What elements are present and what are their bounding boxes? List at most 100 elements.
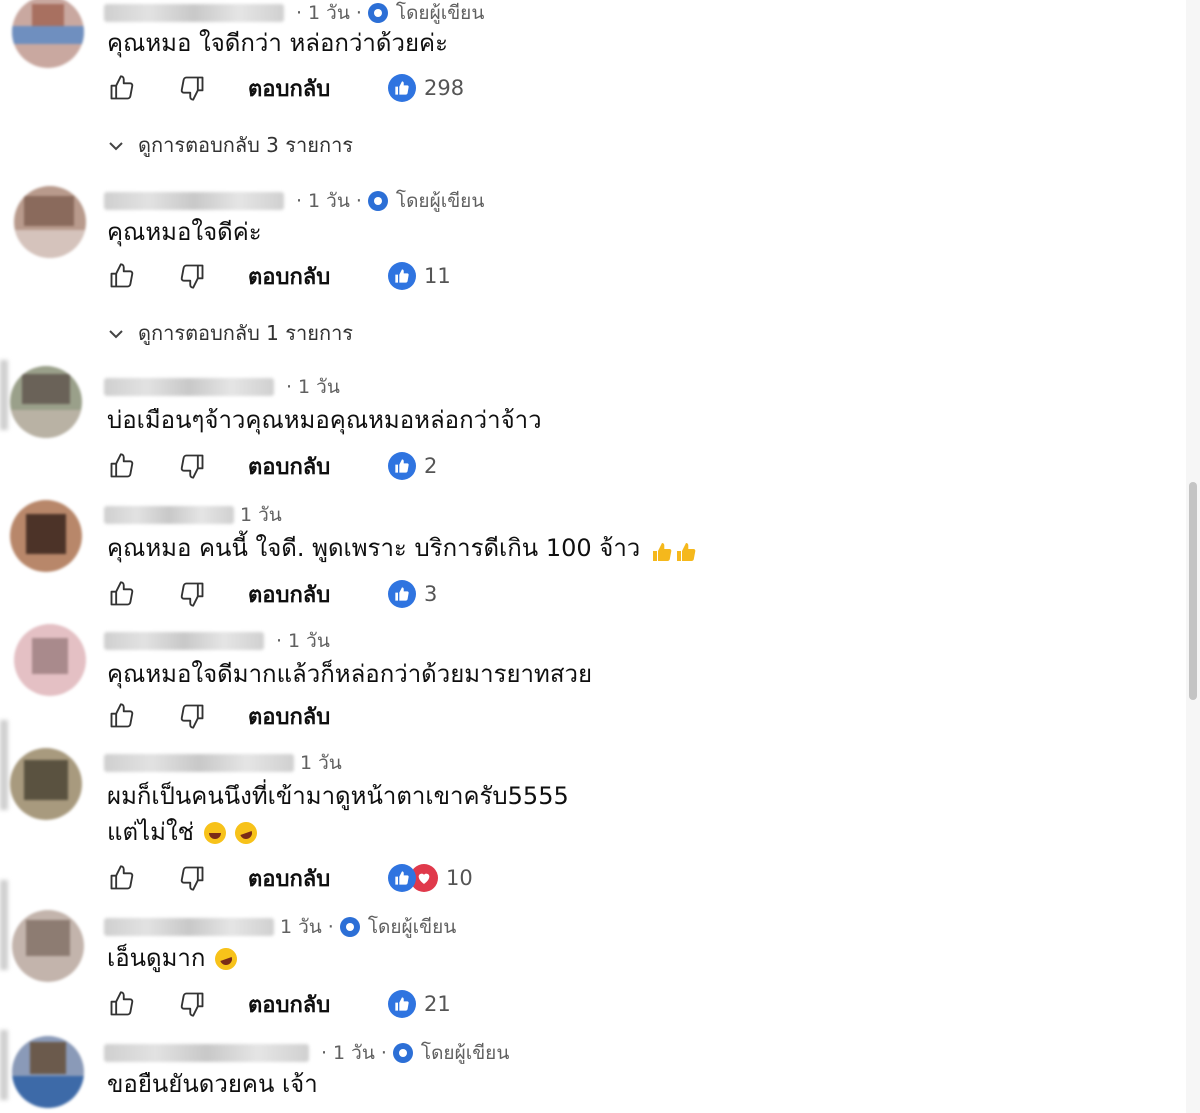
like-reaction-icon: [388, 74, 416, 102]
comment-text-body: เอ็นดูมาก: [107, 944, 206, 972]
reaction-count: 3: [424, 582, 438, 606]
comment-meta: · 1 วัน: [104, 374, 340, 400]
rofl-emoji-icon: [211, 944, 241, 974]
comment-text: คุณหมอใจดีมากแล้วก็หล่อกว่าด้วยมารยาทสวย: [107, 660, 593, 688]
thumbs-up-emoji-icon: [674, 538, 696, 561]
reply-button[interactable]: ตอบกลับ: [248, 577, 330, 612]
rofl-emoji-icon: [232, 818, 261, 848]
like-icon[interactable]: [106, 578, 138, 610]
reply-button[interactable]: ตอบกลับ: [248, 71, 330, 106]
thumbs-up-emoji-icon: [650, 538, 672, 561]
dislike-icon[interactable]: [176, 988, 208, 1020]
comment-meta: 1 วัน: [104, 750, 342, 776]
like-icon[interactable]: [106, 862, 138, 894]
comment-meta: · 1 วัน · โดยผู้เขียน: [104, 0, 484, 26]
comment-time[interactable]: 1 วัน: [308, 186, 350, 216]
like-icon[interactable]: [106, 988, 138, 1020]
reaction-summary[interactable]: 2: [388, 446, 437, 486]
reaction-count: 2: [424, 454, 438, 478]
view-replies-button[interactable]: ดูการตอบกลับ 3 รายการ: [108, 130, 353, 160]
dislike-icon[interactable]: [176, 260, 208, 292]
dislike-icon[interactable]: [176, 862, 208, 894]
reply-button[interactable]: ตอบกลับ: [248, 987, 330, 1022]
comment-time[interactable]: 1 วัน: [333, 1038, 375, 1068]
comment-text: คุณหมอ คนนี้ ใจดี. พูดเพราะ บริการดีเกิน…: [107, 530, 696, 566]
comments-panel: · 1 วัน · โดยผู้เขียน คุณหมอ ใจดีกว่า หล…: [0, 0, 1200, 1113]
username-blurred[interactable]: [104, 506, 234, 524]
comment-item: 1 วัน คุณหมอ คนนี้ ใจดี. พูดเพราะ บริการ…: [0, 498, 1180, 618]
view-replies-button[interactable]: ดูการตอบกลับ 1 รายการ: [108, 318, 353, 348]
comment-actions: ตอบกลับ: [106, 696, 330, 736]
reaction-summary[interactable]: 21: [388, 984, 451, 1024]
avatar[interactable]: [10, 748, 82, 820]
avatar[interactable]: [12, 1036, 84, 1108]
comment-time[interactable]: 1 วัน: [240, 500, 282, 530]
comment-text: บ่อเมือนๆจ้าวคุณหมอคุณหมอหล่อกว่าจ้าว: [107, 406, 542, 434]
avatar[interactable]: [14, 186, 86, 258]
chevron-down-icon: [108, 321, 124, 345]
like-reaction-icon: [388, 990, 416, 1018]
dislike-icon[interactable]: [176, 578, 208, 610]
reaction-count: 21: [424, 992, 451, 1016]
scrollbar-thumb[interactable]: [1189, 482, 1197, 700]
like-reaction-icon: [388, 864, 416, 892]
comment-text: ขอยืนยันดวยคน เจ้า: [107, 1070, 318, 1098]
author-badge-icon: [392, 1043, 413, 1063]
chevron-down-icon: [108, 133, 124, 157]
comment-item: · 1 วัน คุณหมอใจดีมากแล้วก็หล่อกว่าด้วยม…: [0, 624, 1180, 734]
reply-button[interactable]: ตอบกลับ: [248, 861, 330, 896]
like-icon[interactable]: [106, 72, 138, 104]
author-badge-icon: [367, 191, 388, 211]
reply-button[interactable]: ตอบกลับ: [248, 449, 330, 484]
like-icon[interactable]: [106, 450, 138, 482]
author-badge-label: โดยผู้เขียน: [395, 190, 485, 212]
dislike-icon[interactable]: [176, 72, 208, 104]
comment-text: คุณหมอ ใจดีกว่า หล่อกว่าด้วยค่ะ: [107, 29, 448, 57]
username-blurred[interactable]: [104, 1044, 309, 1062]
reaction-summary[interactable]: 11: [388, 256, 451, 296]
laughing-emoji-icon: [203, 822, 226, 844]
author-badge-label: โดยผู้เขียน: [420, 1042, 510, 1064]
dislike-icon[interactable]: [176, 700, 208, 732]
reaction-count: 11: [424, 264, 451, 288]
comment-time[interactable]: 1 วัน: [300, 748, 342, 778]
username-blurred[interactable]: [104, 754, 294, 772]
comment-meta: · 1 วัน · โดยผู้เขียน: [104, 188, 484, 214]
comment-actions: ตอบกลับ: [106, 574, 330, 614]
comment-actions: ตอบกลับ: [106, 68, 330, 108]
username-blurred[interactable]: [104, 192, 284, 210]
reply-button[interactable]: ตอบกลับ: [248, 259, 330, 294]
comment-text: ผมก็เป็นคนนึงที่เข้ามาดูหน้าตาเขาครับ555…: [107, 782, 569, 810]
comment-time[interactable]: 1 วัน: [298, 372, 340, 402]
comment-time[interactable]: 1 วัน: [280, 912, 322, 942]
comment-time[interactable]: 1 วัน: [288, 626, 330, 656]
like-reaction-icon: [388, 452, 416, 480]
reaction-summary[interactable]: 3: [388, 574, 437, 614]
comment-item: · 1 วัน · โดยผู้เขียน ขอยืนยันดวยคน เจ้า: [0, 1036, 1180, 1113]
avatar[interactable]: [12, 910, 84, 982]
avatar[interactable]: [12, 0, 84, 68]
avatar[interactable]: [10, 500, 82, 572]
author-badge-icon: [367, 3, 388, 23]
view-replies-label: ดูการตอบกลับ 3 รายการ: [138, 133, 354, 157]
reaction-summary[interactable]: 298: [388, 68, 464, 108]
avatar[interactable]: [10, 366, 82, 438]
dislike-icon[interactable]: [176, 450, 208, 482]
username-blurred[interactable]: [104, 378, 274, 396]
comment-item: 1 วัน ผมก็เป็นคนนึงที่เข้ามาดูหน้าตาเขาค…: [0, 748, 1180, 898]
reaction-count: 10: [446, 866, 473, 890]
reaction-summary[interactable]: 10: [388, 858, 473, 898]
comment-text-body: แต่ไม่ใช่: [107, 818, 194, 846]
avatar[interactable]: [14, 624, 86, 696]
comment-meta: · 1 วัน · โดยผู้เขียน: [104, 1040, 509, 1066]
like-icon[interactable]: [106, 700, 138, 732]
like-icon[interactable]: [106, 260, 138, 292]
username-blurred[interactable]: [104, 4, 284, 22]
comment-actions: ตอบกลับ: [106, 256, 330, 296]
comment-text-line2: แต่ไม่ใช่: [107, 814, 261, 850]
username-blurred[interactable]: [104, 632, 264, 650]
username-blurred[interactable]: [104, 918, 274, 936]
reply-button[interactable]: ตอบกลับ: [248, 699, 330, 734]
comment-time[interactable]: 1 วัน: [308, 0, 350, 28]
view-replies-label: ดูการตอบกลับ 1 รายการ: [138, 321, 354, 345]
